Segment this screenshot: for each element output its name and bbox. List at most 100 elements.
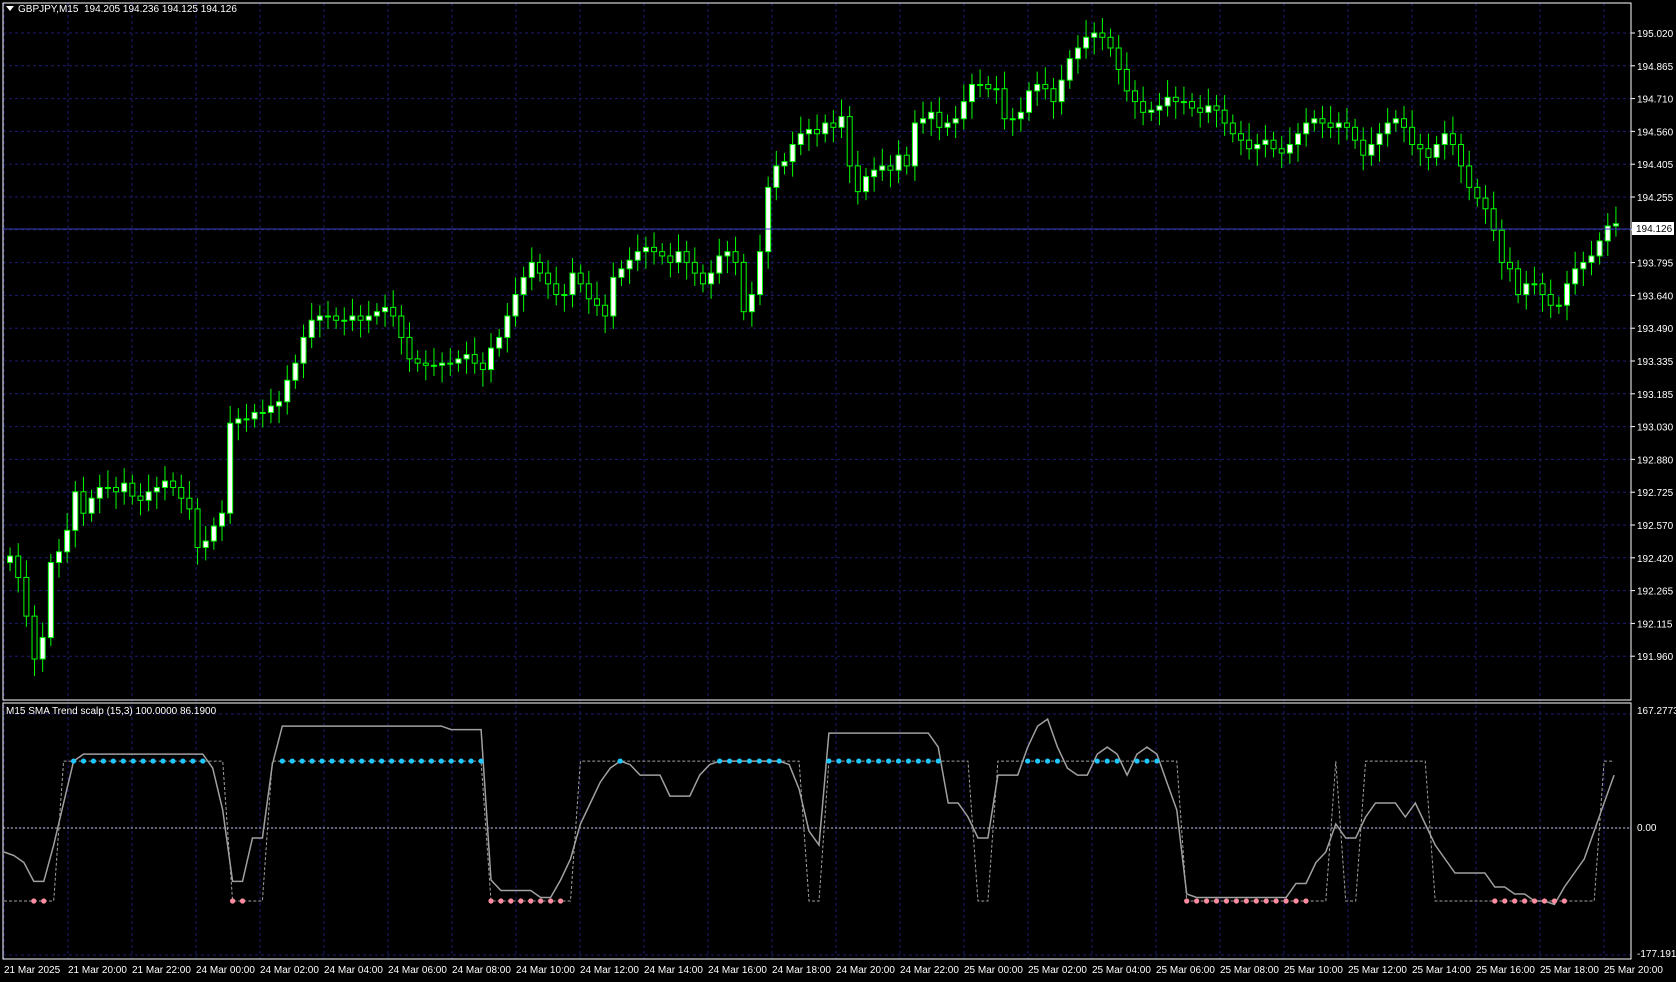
- buy-dot: [766, 758, 772, 764]
- candle-body: [161, 480, 168, 488]
- price-pane-border: [2, 2, 1632, 701]
- buy-dot: [438, 758, 444, 764]
- price-tick-label: 194.255: [1637, 193, 1674, 204]
- candle-body: [259, 411, 266, 414]
- indicator-min-label: -177.1915: [1637, 949, 1676, 960]
- buy-dot: [160, 758, 166, 764]
- buy-dot: [408, 758, 415, 764]
- candle-body: [1237, 133, 1244, 141]
- candle-body: [1262, 139, 1269, 145]
- candle-body: [186, 497, 193, 510]
- candle-body: [1229, 122, 1236, 135]
- candle-body: [1523, 283, 1530, 296]
- buy-dot: [1154, 758, 1160, 764]
- sell-dot: [488, 898, 494, 904]
- candle-body: [145, 491, 152, 501]
- time-axis: 21 Mar 2025 21 Mar 20:00 21 Mar 22:00 24 Ma…: [4, 965, 1663, 976]
- candle-body: [1319, 118, 1326, 124]
- sell-dot: [1522, 898, 1528, 904]
- buy-dot: [726, 758, 733, 764]
- price-tick-label: 194.865: [1637, 62, 1674, 73]
- candle-body: [1303, 122, 1310, 135]
- sell-dot: [498, 898, 504, 904]
- time-tick-label: 25 Mar 16:00: [1476, 965, 1535, 976]
- candle-body: [977, 83, 984, 86]
- candle-body: [1270, 139, 1277, 150]
- price-tick-label: 194.405: [1637, 160, 1674, 171]
- candle-body: [928, 111, 935, 120]
- buy-dot: [120, 758, 126, 764]
- buy-dot: [100, 758, 106, 764]
- candle-body: [895, 154, 902, 171]
- buy-dot: [458, 758, 464, 764]
- candle-body: [1474, 186, 1481, 199]
- candle-body: [512, 294, 519, 317]
- candle-body: [545, 272, 552, 285]
- time-tick-label: 25 Mar 20:00: [1604, 965, 1663, 976]
- chart-canvas[interactable]: 195.020 194.865 194.710 194.560 194.405 194.2…: [0, 0, 1676, 982]
- candle-body: [1009, 118, 1016, 121]
- candle-body: [414, 358, 421, 364]
- buy-dot: [856, 758, 862, 764]
- candle-body: [610, 276, 617, 317]
- price-tick-label: 191.960: [1637, 652, 1674, 663]
- buy-dot: [1134, 758, 1140, 764]
- buy-dot: [379, 758, 385, 764]
- buy-dot: [876, 758, 882, 764]
- candle-body: [1612, 223, 1619, 227]
- candle-body: [15, 555, 22, 579]
- candle-body: [1352, 126, 1359, 141]
- candle-body: [1490, 208, 1497, 231]
- candle-body: [341, 319, 348, 322]
- buy-dot: [319, 758, 325, 764]
- candle-body: [284, 379, 291, 403]
- candle-body: [520, 276, 527, 296]
- sell-dot: [548, 898, 554, 904]
- buy-dot: [170, 758, 176, 764]
- candle-body: [1042, 83, 1049, 90]
- buy-dot: [110, 758, 116, 764]
- candle-body: [1572, 268, 1579, 285]
- candle-body: [536, 261, 543, 274]
- candle-body: [365, 315, 372, 321]
- price-tick-label: 193.185: [1637, 390, 1674, 401]
- chart-header[interactable]: GBPJPY,M15 194.205 194.236 194.125 194.1…: [6, 4, 237, 15]
- candle-body: [1343, 122, 1350, 128]
- buy-dot: [935, 758, 941, 764]
- candle-body: [732, 251, 739, 263]
- candle-body: [1172, 96, 1179, 103]
- time-tick-label: 24 Mar 16:00: [708, 965, 767, 976]
- buy-dot: [339, 758, 345, 764]
- candle-body: [178, 486, 185, 499]
- candle-body: [267, 405, 274, 413]
- candle-body: [47, 562, 54, 639]
- buy-dot: [885, 758, 892, 764]
- candle-body: [1482, 197, 1489, 210]
- candle-body: [879, 165, 886, 171]
- buy-dot: [359, 758, 365, 764]
- candle-body: [1115, 47, 1122, 70]
- time-tick-label: 25 Mar 04:00: [1092, 965, 1151, 976]
- candle-body: [577, 272, 584, 285]
- candle-body: [1286, 143, 1293, 154]
- candle-body: [1400, 118, 1407, 128]
- candle-body: [1466, 165, 1473, 188]
- buy-dot: [746, 758, 752, 764]
- candle-body: [602, 304, 609, 317]
- candle-body: [496, 336, 503, 349]
- candle-body: [316, 315, 323, 321]
- sell-dot: [229, 898, 236, 904]
- sell-dot: [1273, 898, 1279, 904]
- candle-body: [1156, 105, 1163, 111]
- candle-body: [1360, 139, 1367, 156]
- buy-dot: [716, 758, 723, 764]
- ohlc-label: 194.205 194.236 194.125 194.126: [83, 4, 237, 15]
- candle-body: [1539, 283, 1546, 296]
- candle-body: [243, 418, 250, 421]
- price-tick-label: 192.115: [1637, 619, 1673, 630]
- candle-body: [1409, 126, 1416, 145]
- buy-dot: [756, 758, 762, 764]
- dropdown-triangle-icon[interactable]: [6, 6, 14, 11]
- candle-body: [1058, 79, 1065, 103]
- candle-body: [129, 482, 136, 497]
